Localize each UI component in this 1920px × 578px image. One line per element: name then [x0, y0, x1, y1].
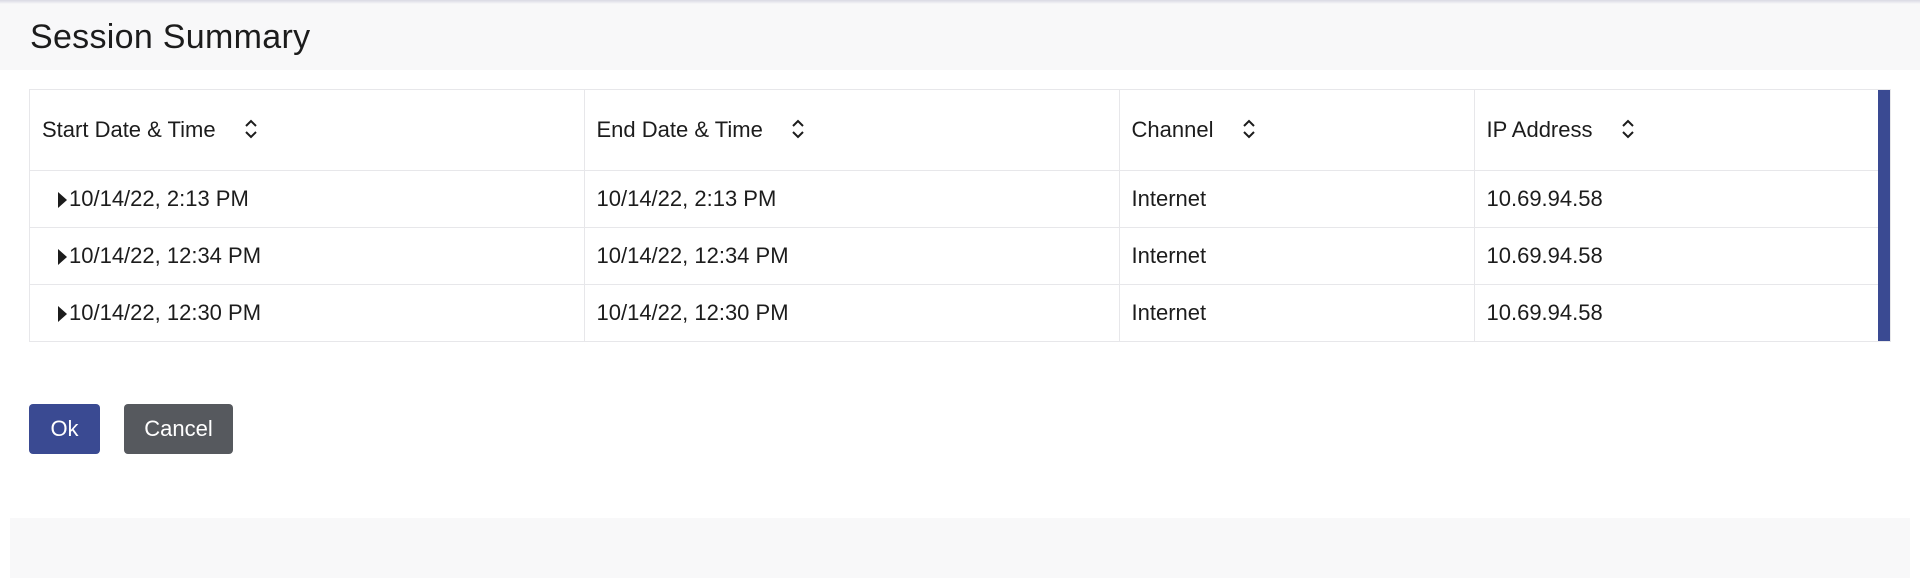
start-date-cell: 10/14/22, 12:34 PM [30, 227, 585, 285]
end-date-cell: 10/14/22, 12:30 PM [584, 284, 1120, 342]
column-header-label: End Date & Time [596, 116, 763, 142]
ok-button[interactable]: Ok [29, 404, 100, 454]
column-header-end-date[interactable]: End Date & Time [584, 90, 1120, 171]
ip-address-cell: 10.69.94.58 [1474, 284, 1879, 342]
column-header-label: Start Date & Time [42, 116, 216, 142]
ip-address-cell: 10.69.94.58 [1474, 227, 1879, 285]
table-row: 10/14/22, 12:30 PM 10/14/22, 12:30 PM In… [30, 284, 1879, 342]
table-row: 10/14/22, 12:34 PM 10/14/22, 12:34 PM In… [30, 227, 1879, 285]
channel-cell: Internet [1119, 284, 1475, 342]
session-table: Start Date & Time End Date & Time Channe… [30, 90, 1879, 342]
sort-icon[interactable] [791, 118, 805, 140]
table-header-row: Start Date & Time End Date & Time Channe… [30, 90, 1879, 171]
sort-icon[interactable] [1621, 118, 1635, 140]
start-date-value: 10/14/22, 2:13 PM [69, 185, 249, 211]
sort-icon[interactable] [244, 118, 258, 140]
column-header-label: Channel [1131, 116, 1214, 142]
table-row: 10/14/22, 2:13 PM 10/14/22, 2:13 PM Inte… [30, 170, 1879, 228]
end-date-cell: 10/14/22, 12:34 PM [584, 227, 1120, 285]
start-date-value: 10/14/22, 12:34 PM [69, 242, 262, 268]
sort-icon[interactable] [1242, 118, 1256, 140]
channel-cell: Internet [1119, 227, 1475, 285]
start-date-cell: 10/14/22, 2:13 PM [30, 170, 585, 228]
channel-cell: Internet [1119, 170, 1475, 228]
start-date-cell: 10/14/22, 12:30 PM [30, 284, 585, 342]
column-header-channel[interactable]: Channel [1119, 90, 1475, 171]
session-table-container: Start Date & Time End Date & Time Channe… [29, 89, 1891, 342]
end-date-cell: 10/14/22, 2:13 PM [584, 170, 1120, 228]
caret-right-icon[interactable] [58, 248, 67, 265]
column-header-label: IP Address [1486, 116, 1593, 142]
column-header-ip-address[interactable]: IP Address [1474, 90, 1879, 171]
cancel-button[interactable]: Cancel [124, 404, 233, 454]
table-scrollbar[interactable] [1878, 90, 1890, 341]
caret-right-icon[interactable] [58, 191, 67, 208]
top-shadow [0, 0, 1920, 4]
ip-address-cell: 10.69.94.58 [1474, 170, 1879, 228]
caret-right-icon[interactable] [58, 305, 67, 322]
footer-band [10, 518, 1910, 578]
page-title: Session Summary [30, 18, 311, 56]
column-header-start-date[interactable]: Start Date & Time [30, 90, 585, 171]
start-date-value: 10/14/22, 12:30 PM [69, 299, 262, 325]
